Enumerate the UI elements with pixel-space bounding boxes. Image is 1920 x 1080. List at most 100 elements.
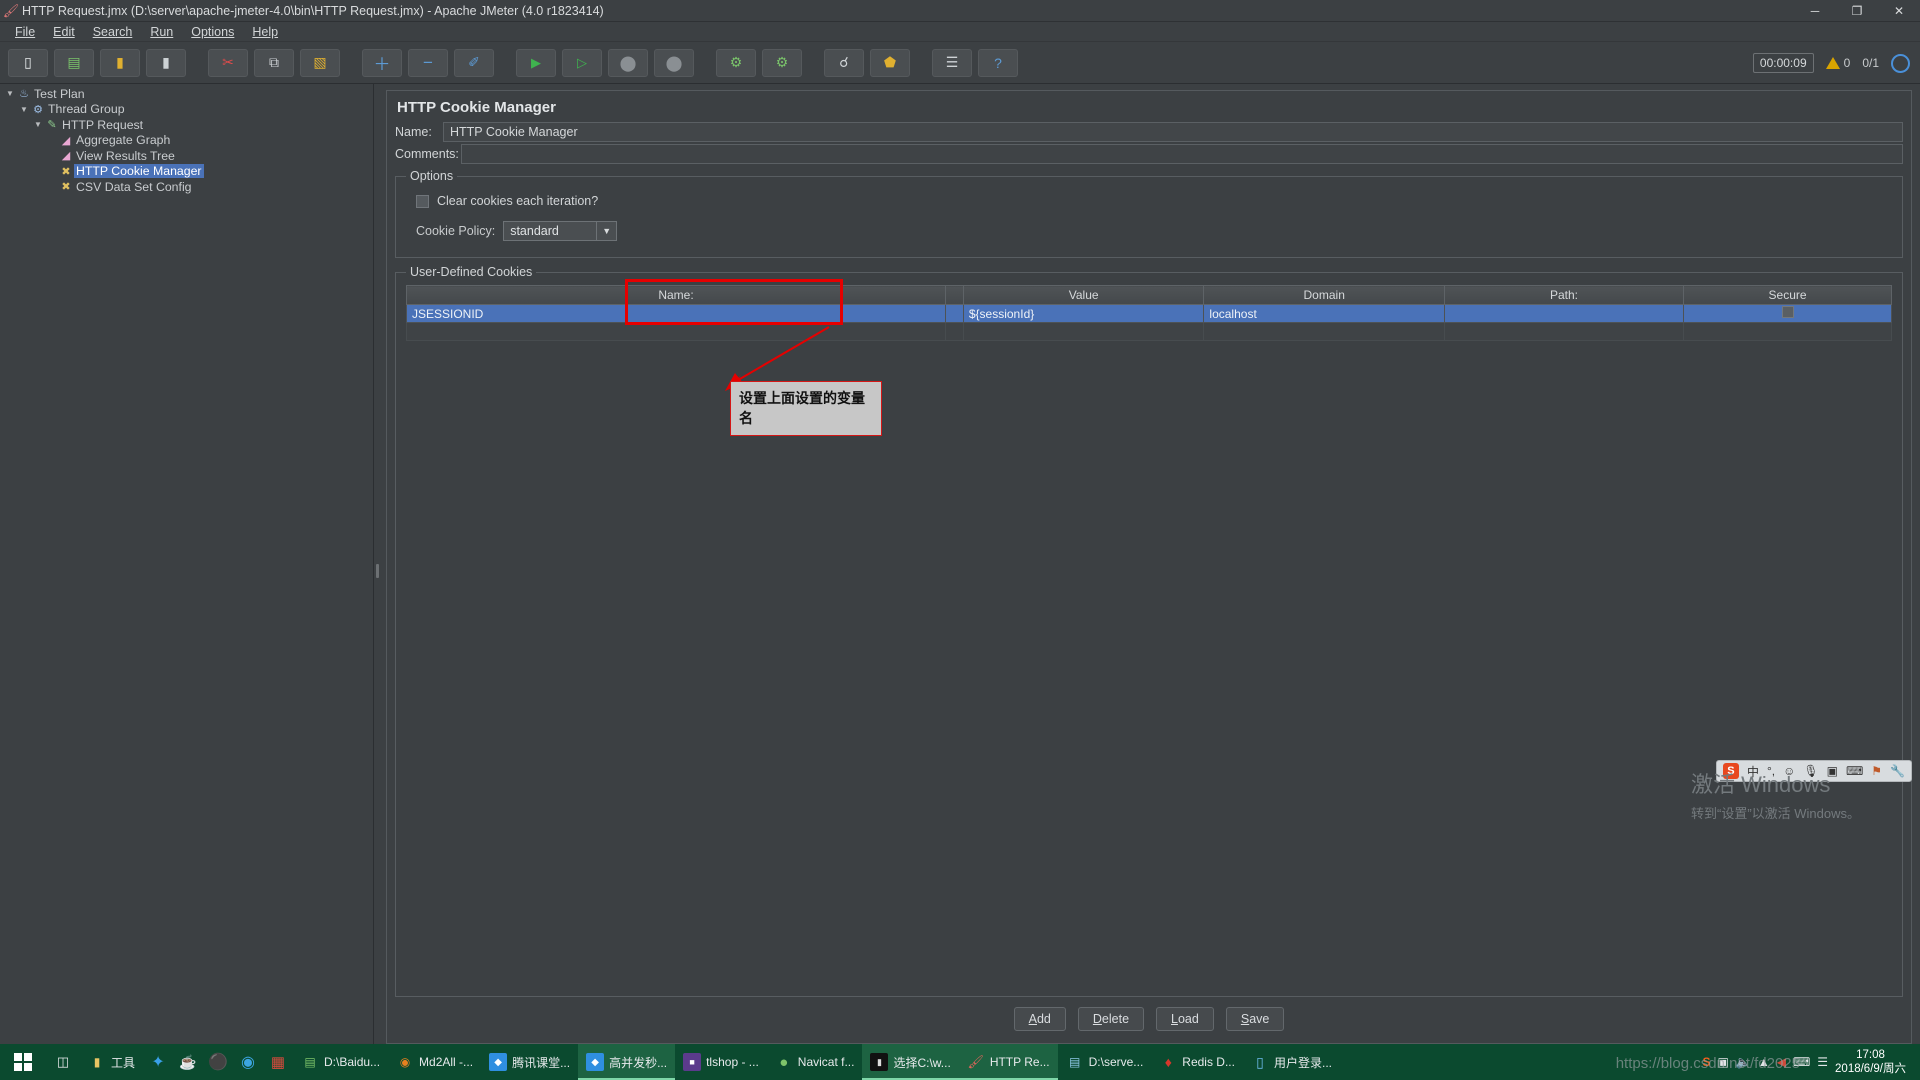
tree-node-http-cookie-manager[interactable]: ✖ HTTP Cookie Manager: [0, 164, 373, 180]
toolbar-status: 00:00:09 0 0/1: [1752, 42, 1910, 84]
taskbar-item-md2all[interactable]: ◉ Md2All -...: [388, 1044, 481, 1080]
warning-count: 0: [1843, 56, 1851, 70]
taskbar-item-tencent-class[interactable]: ◆ 腾讯课堂...: [481, 1044, 578, 1080]
taskbar-item-redis[interactable]: ♦ Redis D...: [1151, 1044, 1243, 1080]
menu-search[interactable]: Search: [84, 24, 142, 40]
cell-secure[interactable]: [1683, 304, 1892, 323]
start-button[interactable]: [0, 1044, 46, 1080]
tree-node-thread-group[interactable]: ▼ ⚙ Thread Group: [0, 102, 373, 118]
name-input[interactable]: HTTP Cookie Manager: [443, 122, 1903, 142]
shutdown-button[interactable]: ⬤: [654, 48, 694, 77]
cell-empty: [1443, 322, 1685, 341]
new-button[interactable]: ▯: [8, 48, 48, 77]
toggle-button[interactable]: ✐: [454, 48, 494, 77]
chevron-down-icon[interactable]: ▼: [32, 120, 44, 129]
clear-all-button[interactable]: ⚙: [762, 48, 802, 77]
column-header-name[interactable]: Name:: [405, 285, 947, 305]
chevron-down-icon[interactable]: ▼: [4, 89, 16, 98]
ime-toolbox-icon[interactable]: ⚑: [1871, 764, 1882, 778]
menu-bar: File Edit Search Run Options Help: [0, 22, 1920, 42]
coffee-icon[interactable]: ☕: [173, 1044, 203, 1080]
taskbar-item-cmd[interactable]: ▮ 选择C:\w...: [862, 1044, 960, 1080]
help-button[interactable]: ?: [978, 48, 1018, 77]
cell-domain[interactable]: localhost: [1203, 304, 1445, 323]
clear-cookies-row[interactable]: Clear cookies each iteration?: [416, 191, 1892, 211]
tree-node-view-results-tree[interactable]: ◢ View Results Tree: [0, 148, 373, 164]
red-app-icon[interactable]: ▦: [263, 1044, 293, 1080]
open-button[interactable]: ▮: [100, 48, 140, 77]
menu-run[interactable]: Run: [141, 24, 182, 40]
minimize-button[interactable]: ─: [1794, 0, 1836, 22]
globe-icon[interactable]: [1891, 53, 1910, 73]
taskbar-tools-folder[interactable]: ▮ 工具: [80, 1044, 143, 1080]
test-plan-tree[interactable]: ▼ ♨ Test Plan ▼ ⚙ Thread Group ▼ ✎ HTTP …: [0, 84, 374, 1044]
dark-disc-icon[interactable]: ⚫: [203, 1044, 233, 1080]
cookies-table[interactable]: Name: Value Domain Path: Secure JSESSION…: [405, 285, 1892, 341]
taskbar-item-user-login[interactable]: ▯ 用户登录...: [1243, 1044, 1340, 1080]
tree-node-aggregate-graph[interactable]: ◢ Aggregate Graph: [0, 133, 373, 149]
cut-button[interactable]: ✂: [208, 48, 248, 77]
cookie-policy-select[interactable]: standard ▼: [503, 221, 618, 241]
menu-edit[interactable]: Edit: [44, 24, 84, 40]
close-button[interactable]: ✕: [1878, 0, 1920, 22]
cookies-group-title: User-Defined Cookies: [406, 265, 537, 279]
taskbar-item-server-folder[interactable]: ▤ D:\serve...: [1058, 1044, 1152, 1080]
chevron-down-icon[interactable]: ▼: [596, 222, 616, 240]
search-button[interactable]: ☌: [824, 48, 864, 77]
copy-button[interactable]: ⧉: [254, 48, 294, 77]
taskbar-item-baidu[interactable]: ▤ D:\Baidu...: [293, 1044, 388, 1080]
taskbar-item-tlshop[interactable]: ■ tlshop - ...: [675, 1044, 767, 1080]
taskbar-item-jmeter[interactable]: 🖌 HTTP Re...: [958, 1044, 1058, 1080]
function-helper-button[interactable]: ☰: [932, 48, 972, 77]
taskbar-clock[interactable]: 17:08 2018/6/9/周六: [1835, 1048, 1912, 1076]
templates-button[interactable]: ▤: [54, 48, 94, 77]
start-button[interactable]: ▶: [516, 48, 556, 77]
collapse-all-button[interactable]: −: [408, 48, 448, 77]
delete-button[interactable]: Delete: [1077, 1007, 1145, 1031]
taskbar-label: Navicat f...: [797, 1055, 855, 1069]
warning-indicator[interactable]: 0: [1825, 56, 1851, 70]
clear-cookies-checkbox[interactable]: [416, 194, 429, 208]
add-button[interactable]: Add: [1013, 1007, 1066, 1031]
chevron-down-icon[interactable]: ▼: [18, 105, 30, 114]
window-controls: ─ ❐ ✕: [1794, 0, 1920, 22]
blue-star-icon[interactable]: ✦: [143, 1044, 173, 1080]
tree-node-http-request[interactable]: ▼ ✎ HTTP Request: [0, 117, 373, 133]
column-header-value[interactable]: Value: [962, 285, 1205, 305]
column-header-domain[interactable]: Domain: [1203, 285, 1445, 305]
menu-options[interactable]: Options: [182, 24, 243, 40]
expand-all-button[interactable]: ＋: [362, 48, 402, 77]
column-header-path[interactable]: Path:: [1443, 285, 1685, 305]
tree-node-csv-data-set-config[interactable]: ✖ CSV Data Set Config: [0, 179, 373, 195]
cell-name[interactable]: JSESSIONID: [405, 304, 947, 323]
pane-splitter[interactable]: [374, 84, 382, 1044]
clear-button[interactable]: ⚙: [716, 48, 756, 77]
explorer-icon: ▤: [1068, 1055, 1081, 1069]
column-header-secure[interactable]: Secure: [1683, 285, 1892, 305]
secure-checkbox[interactable]: [1781, 306, 1794, 318]
paste-button[interactable]: ▧: [300, 48, 340, 77]
stop-button[interactable]: ⬤: [608, 48, 648, 77]
tree-node-test-plan[interactable]: ▼ ♨ Test Plan: [0, 86, 373, 102]
table-row[interactable]: JSESSIONID ${sessionId} localhost: [405, 304, 1892, 323]
opera-icon[interactable]: ◉: [233, 1044, 263, 1080]
taskbar-item-navicat[interactable]: ● Navicat f...: [767, 1044, 863, 1080]
ime-settings-icon[interactable]: 🔧: [1890, 764, 1905, 778]
redis-icon: ♦: [1164, 1054, 1172, 1070]
maximize-button[interactable]: ❐: [1836, 0, 1878, 22]
action-center-icon[interactable]: ☰: [1817, 1055, 1828, 1069]
load-button[interactable]: Load: [1156, 1007, 1214, 1031]
save-cookies-button[interactable]: Save: [1225, 1007, 1285, 1031]
menu-help[interactable]: Help: [243, 24, 287, 40]
comments-input[interactable]: [461, 144, 1903, 164]
save-button[interactable]: ▮: [146, 48, 186, 77]
start-no-pauses-button[interactable]: ▷: [562, 48, 602, 77]
menu-file[interactable]: File: [6, 24, 44, 40]
options-group-title: Options: [406, 169, 458, 183]
reset-search-button[interactable]: ⬟: [870, 48, 910, 77]
taskbar-item-gaobingfa[interactable]: ◆ 高并发秒...: [578, 1044, 676, 1080]
task-view-icon[interactable]: ◫: [46, 1044, 80, 1080]
listener-icon: ◢: [61, 134, 71, 147]
cell-path[interactable]: [1443, 304, 1685, 323]
cell-value[interactable]: ${sessionId}: [962, 304, 1205, 323]
